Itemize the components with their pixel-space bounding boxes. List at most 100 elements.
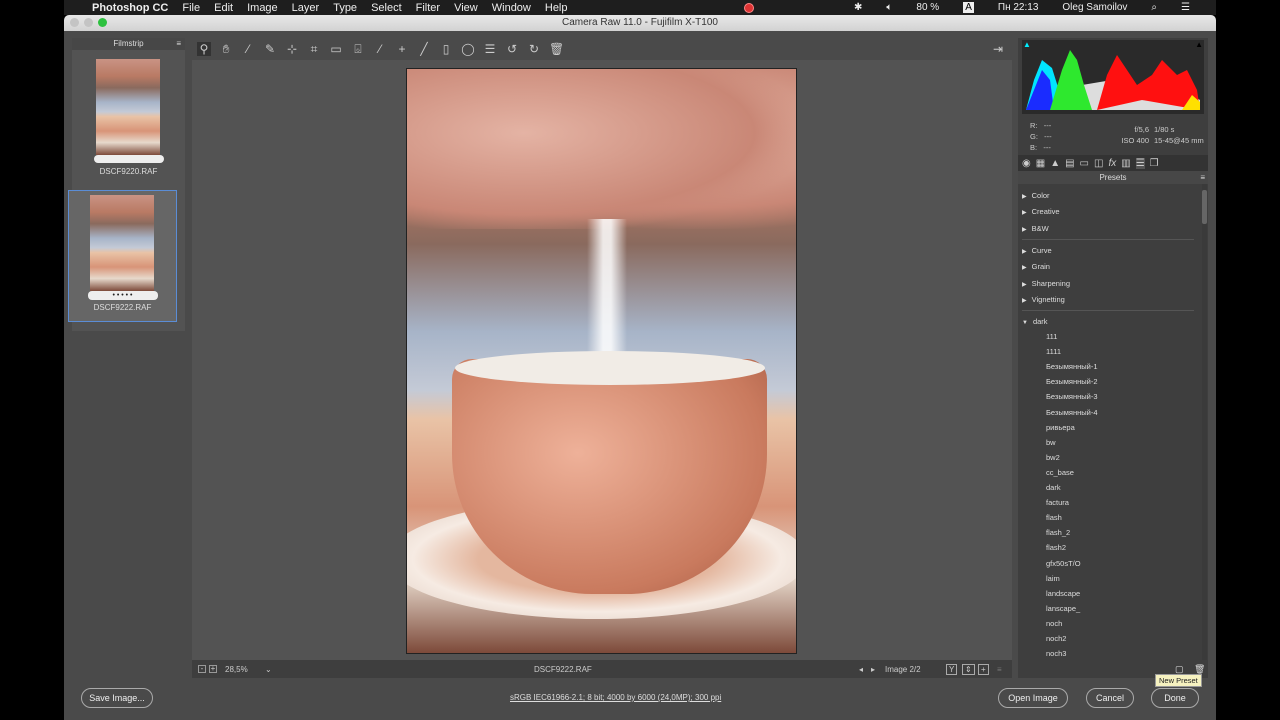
menu-edit[interactable]: Edit <box>214 2 233 14</box>
menu-view[interactable]: View <box>454 2 478 14</box>
toggle-settings-icon[interactable]: ≡ <box>997 665 1002 674</box>
preset-item[interactable]: landscape <box>1046 587 1080 601</box>
straighten-icon[interactable]: ▭ <box>329 42 343 56</box>
cancel-button[interactable]: Cancel <box>1086 688 1134 708</box>
next-image-button[interactable]: ▸ <box>871 665 875 674</box>
done-button[interactable]: Done <box>1151 688 1199 708</box>
preset-group-vignetting[interactable]: ▶ Vignetting <box>1022 293 1065 307</box>
presets-scrollbar[interactable] <box>1202 184 1207 660</box>
adjustment-brush-icon[interactable]: ╱ <box>417 42 431 56</box>
before-after-icon[interactable]: Y <box>946 663 958 675</box>
open-image-button[interactable]: Open Image <box>998 688 1068 708</box>
preset-group-grain[interactable]: ▶ Grain <box>1022 260 1050 274</box>
workflow-options-link[interactable]: sRGB IEC61966-2.1; 8 bit; 4000 by 6000 (… <box>510 693 721 702</box>
save-image-button[interactable]: Save Image... <box>81 688 153 708</box>
rotate-left-icon[interactable]: ↺ <box>505 42 519 56</box>
rotate-right-icon[interactable]: ↻ <box>527 42 541 56</box>
graduated-filter-icon[interactable]: ▯ <box>439 42 453 56</box>
preset-item[interactable]: cc_base <box>1046 466 1074 480</box>
preset-group-bw[interactable]: ▶ B&W <box>1022 222 1049 236</box>
hand-icon[interactable]: ✋︎ <box>219 42 233 57</box>
crop-icon[interactable]: ⌗ <box>307 42 321 57</box>
menu-filter[interactable]: Filter <box>416 2 440 14</box>
calibration-tab-icon[interactable]: ▥ <box>1121 158 1130 169</box>
preset-item[interactable]: 111 <box>1046 330 1057 344</box>
spot-removal-icon[interactable]: ⁄ <box>373 42 387 56</box>
preset-item[interactable]: bw <box>1046 436 1056 450</box>
preset-group-curve[interactable]: ▶ Curve <box>1022 244 1052 258</box>
close-button[interactable] <box>70 18 79 27</box>
shadow-clipping-icon[interactable]: ▲ <box>1023 40 1031 49</box>
preset-item[interactable]: Безымянный-2 <box>1046 375 1098 389</box>
color-sampler-icon[interactable]: ✎ <box>263 42 277 56</box>
photo-preview[interactable] <box>406 68 797 654</box>
chevron-down-icon[interactable]: ⌄ <box>265 665 272 674</box>
basic-tab-icon[interactable]: ◉ <box>1022 158 1031 169</box>
filmstrip-item-selected[interactable]: • • • • • DSCF9222.RAF <box>68 190 177 322</box>
preset-item[interactable]: flash2 <box>1046 541 1066 555</box>
preset-item[interactable]: noch <box>1046 617 1062 631</box>
preset-group-dark[interactable]: ▼ dark <box>1022 315 1048 329</box>
rating-stars[interactable]: • • • • • <box>87 291 158 300</box>
volume-icon[interactable]: 🔈︎ <box>886 2 892 13</box>
filmstrip-item[interactable]: DSCF9220.RAF <box>74 55 183 176</box>
clock[interactable]: Пн 22:13 <box>998 2 1039 13</box>
fullscreen-toggle-icon[interactable]: ⇥ <box>991 42 1005 56</box>
preset-item[interactable]: factura <box>1046 496 1069 510</box>
menu-type[interactable]: Type <box>333 2 357 14</box>
preset-item[interactable]: Безымянный-4 <box>1046 406 1098 420</box>
zoom-icon[interactable]: ⚲ <box>197 42 211 56</box>
white-balance-icon[interactable]: ⁄ <box>241 42 255 56</box>
menu-window[interactable]: Window <box>492 2 531 14</box>
zoom-level-select[interactable]: 28,5% <box>225 665 265 674</box>
prev-image-button[interactable]: ◂ <box>859 665 863 674</box>
split-toning-tab-icon[interactable]: ▭ <box>1080 158 1089 169</box>
bluetooth-icon[interactable]: ✱ <box>854 2 862 13</box>
preset-group-sharpening[interactable]: ▶ Sharpening <box>1022 277 1070 291</box>
presets-menu-icon[interactable]: ≡ <box>1200 171 1205 184</box>
filmstrip-menu-icon[interactable]: ≡ <box>176 38 181 50</box>
effects-tab-icon[interactable]: fx <box>1108 158 1116 169</box>
preset-item[interactable]: Безымянный-3 <box>1046 390 1098 404</box>
red-eye-icon[interactable]: + <box>395 42 409 56</box>
menu-help[interactable]: Help <box>545 2 568 14</box>
copy-settings-icon[interactable]: + <box>978 663 989 675</box>
transform-icon[interactable]: ⌺ <box>351 42 365 57</box>
lens-tab-icon[interactable]: ◫ <box>1094 158 1103 169</box>
zoom-in-button[interactable]: + <box>209 665 217 673</box>
zoom-button[interactable] <box>98 18 107 27</box>
presets-tab-icon[interactable]: ☰ <box>1135 157 1145 169</box>
preferences-icon[interactable]: ☰ <box>483 42 497 56</box>
record-icon[interactable] <box>744 2 754 13</box>
preset-item[interactable]: lanscape_ <box>1046 602 1080 616</box>
preset-item[interactable]: Безымянный-1 <box>1046 360 1098 374</box>
preset-item[interactable]: bw2 <box>1046 451 1060 465</box>
search-icon[interactable]: ⌕ <box>1151 2 1157 13</box>
preset-item[interactable]: gfx50sT/O <box>1046 557 1081 571</box>
snapshots-tab-icon[interactable]: ❐ <box>1150 158 1159 169</box>
menu-image[interactable]: Image <box>247 2 278 14</box>
preset-item[interactable]: flash <box>1046 511 1062 525</box>
notification-icon[interactable]: ☰ <box>1181 2 1190 13</box>
preset-item[interactable]: flash_2 <box>1046 526 1070 540</box>
highlight-clipping-icon[interactable]: ▲ <box>1195 40 1203 49</box>
swap-settings-icon[interactable]: ⇕ <box>962 663 975 675</box>
input-source[interactable]: A <box>963 2 974 13</box>
minimize-button[interactable] <box>84 18 93 27</box>
hsl-tab-icon[interactable]: ▤ <box>1065 158 1074 169</box>
detail-tab-icon[interactable]: ▲ <box>1050 158 1060 169</box>
menu-app[interactable]: Photoshop CC <box>92 2 168 14</box>
preset-item[interactable]: dark <box>1046 481 1061 495</box>
preset-item[interactable]: noch3 <box>1046 647 1066 661</box>
menu-layer[interactable]: Layer <box>292 2 320 14</box>
preset-group-color[interactable]: ▶ Color <box>1022 189 1050 203</box>
preset-item[interactable]: laim <box>1046 572 1060 586</box>
radial-filter-icon[interactable]: ◯ <box>461 42 475 56</box>
trash-icon[interactable]: 🗑︎ <box>549 42 564 56</box>
user-name[interactable]: Oleg Samoilov <box>1062 2 1127 13</box>
preset-item[interactable]: ривьера <box>1046 421 1075 435</box>
targeted-adjustment-icon[interactable]: ⊹ <box>285 42 299 56</box>
preset-group-creative[interactable]: ▶ Creative <box>1022 205 1060 219</box>
battery-text[interactable]: 80 % <box>916 2 939 13</box>
menu-select[interactable]: Select <box>371 2 402 14</box>
